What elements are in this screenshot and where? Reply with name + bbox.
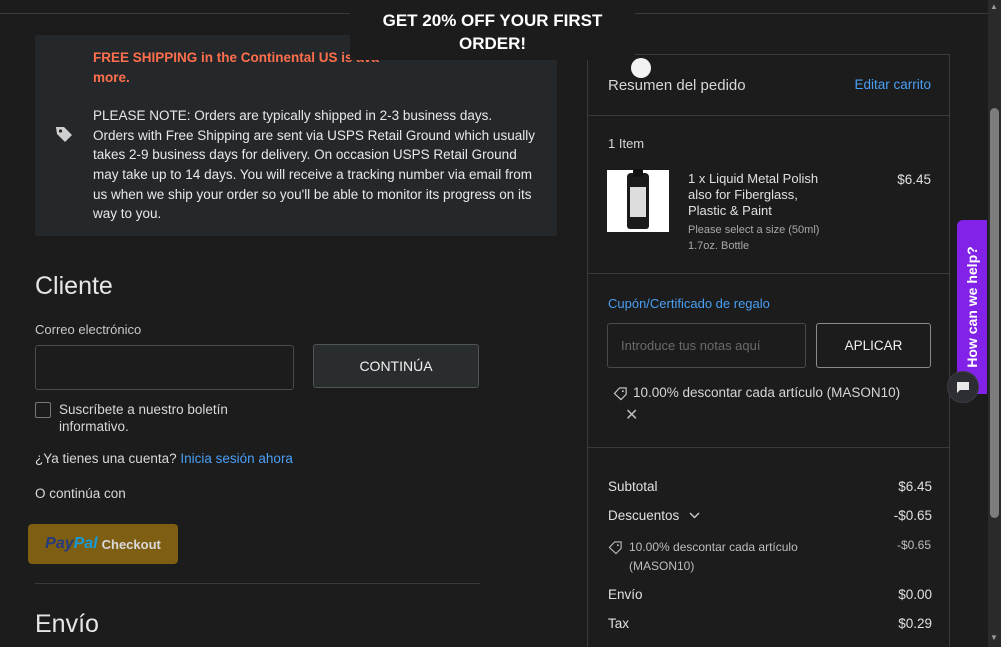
shipping-value: $0.00: [898, 587, 932, 602]
customer-heading: Cliente: [35, 272, 113, 300]
summary-divider: [588, 447, 949, 448]
scrollbar-thumb[interactable]: [990, 108, 999, 518]
paypal-checkout-button[interactable]: Pay Pal Checkout: [28, 524, 178, 564]
paypal-pay-text: Pay: [45, 535, 74, 552]
section-divider: [35, 583, 480, 584]
tag-icon: [56, 127, 72, 142]
chat-icon[interactable]: [947, 371, 979, 403]
summary-divider: [588, 115, 949, 116]
or-continue-label: O continúa con: [35, 486, 126, 501]
bottle-icon: [627, 169, 649, 229]
promo-text: GET 20% OFF YOUR FIRST ORDER!: [382, 11, 603, 53]
subtotal-row: Subtotal $6.45: [608, 479, 932, 494]
discounts-value: -$0.65: [893, 508, 932, 523]
scrollbar[interactable]: ▲ ▼: [988, 0, 1001, 647]
tax-label: Tax: [608, 616, 630, 631]
newsletter-label: Suscríbete a nuestro boletín informativo…: [59, 402, 228, 434]
summary-title: Resumen del pedido: [608, 77, 746, 94]
product-option-bottle: 1.7oz. Bottle: [688, 240, 750, 252]
order-summary: Resumen del pedido Editar carrito 1 Item…: [587, 54, 950, 647]
subtotal-value: $6.45: [898, 479, 932, 494]
chevron-down-icon[interactable]: [689, 511, 700, 522]
account-prompt: ¿Ya tienes una cuenta? Inicia sesión aho…: [35, 451, 293, 466]
discount-line-value: -$0.65: [896, 538, 931, 552]
item-count: 1 Item: [608, 136, 645, 151]
edit-cart-link[interactable]: Editar carrito: [854, 77, 931, 92]
promo-banner[interactable]: GET 20% OFF YOUR FIRST ORDER!: [350, 0, 635, 60]
help-widget-label: How can we help?: [964, 246, 980, 368]
paypal-checkout-text: Checkout: [101, 536, 161, 552]
account-prompt-text: ¿Ya tienes una cuenta?: [35, 451, 177, 466]
tag-icon: [613, 387, 627, 401]
summary-divider: [588, 273, 949, 274]
newsletter-checkbox[interactable]: [35, 402, 51, 418]
login-link[interactable]: Inicia sesión ahora: [180, 451, 293, 466]
discounts-label: Descuentos: [608, 508, 680, 523]
shipping-heading: Envío: [35, 610, 99, 638]
discounts-row[interactable]: Descuentos -$0.65: [608, 508, 932, 523]
product-price: $6.45: [897, 172, 931, 187]
tax-value: $0.29: [898, 616, 932, 631]
cursor-dot: [631, 58, 651, 78]
shipping-notice: FREE SHIPPING in the Continental US is a…: [35, 35, 557, 236]
shipping-note-text: PLEASE NOTE: Orders are typically shippe…: [93, 108, 535, 222]
discount-line-label: 10.00% descontar cada artículo (MASON10): [629, 540, 798, 573]
product-option-size: Please select a size (50ml): [688, 224, 820, 236]
shipping-label: Envío: [608, 587, 643, 602]
tax-row: Tax $0.29: [608, 616, 932, 631]
scroll-up-icon[interactable]: ▲: [990, 2, 998, 11]
tag-icon: [608, 541, 622, 555]
product-name: 1 x Liquid Metal Polish also for Fibergl…: [688, 171, 819, 218]
shipping-row: Envío $0.00: [608, 587, 932, 602]
continue-button[interactable]: CONTINÚA: [313, 344, 479, 388]
product-options: Please select a size (50ml) 1.7oz. Bottl…: [688, 222, 819, 254]
apply-coupon-button[interactable]: APLICAR: [816, 323, 931, 368]
coupon-link[interactable]: Cupón/Certificado de regalo: [608, 296, 770, 311]
close-icon[interactable]: ✕: [625, 405, 638, 425]
email-label: Correo electrónico: [35, 322, 142, 337]
email-field[interactable]: [35, 345, 294, 390]
paypal-pal-text: Pal: [73, 535, 98, 552]
help-widget-tab[interactable]: How can we help?: [957, 220, 987, 394]
subtotal-label: Subtotal: [608, 479, 658, 494]
applied-coupon: 10.00% descontar cada artículo (MASON10): [633, 385, 901, 400]
product-image: [607, 169, 669, 232]
coupon-input[interactable]: [607, 323, 806, 368]
scroll-down-icon[interactable]: ▼: [990, 633, 998, 642]
